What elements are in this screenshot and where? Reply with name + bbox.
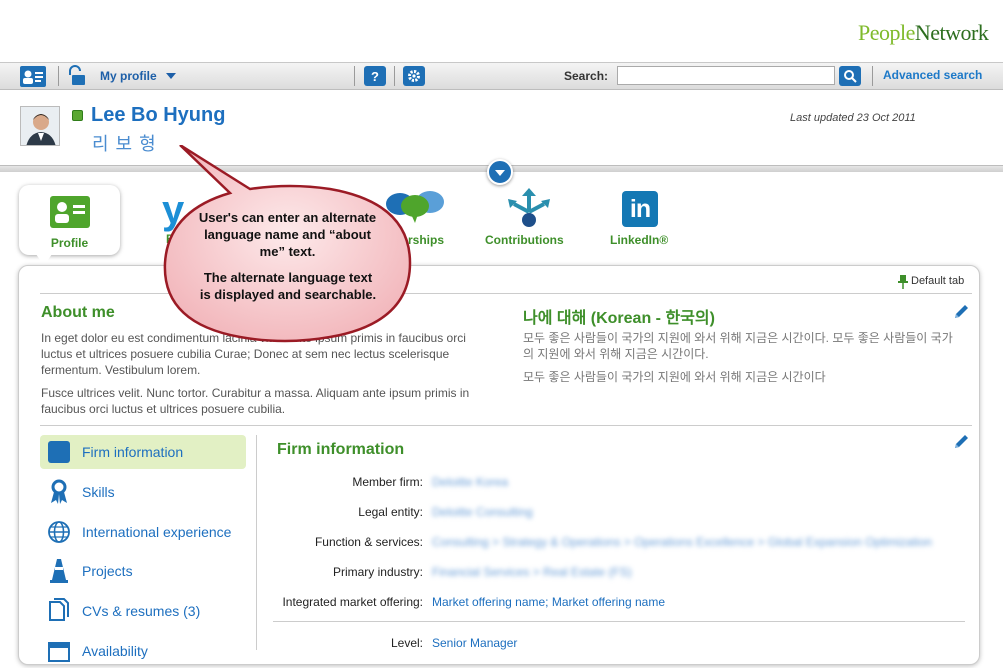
contributions-icon[interactable] — [508, 188, 550, 230]
field-label: Level: — [390, 636, 423, 650]
pin-icon — [898, 275, 908, 289]
divider — [273, 621, 965, 622]
unlock-icon[interactable] — [66, 65, 88, 87]
documents-icon — [46, 598, 72, 624]
calendar-icon — [46, 638, 72, 664]
divider — [40, 425, 972, 426]
gear-icon[interactable] — [403, 66, 425, 86]
field-label: Member firm: — [352, 475, 423, 489]
sidebar-item-label: Firm information — [82, 444, 184, 460]
tab-linkedin-label[interactable]: LinkedIn® — [610, 233, 668, 247]
sidebar-item-projects[interactable]: Projects — [40, 554, 246, 588]
search-icon[interactable] — [839, 66, 861, 86]
about-me-korean-paragraph: 모두 좋은 사람들이 국가의 지원에 와서 위해 지금은 시간이다 — [523, 370, 826, 384]
sidebar-item-firm-information[interactable]: Firm information — [40, 435, 246, 469]
my-profile-menu[interactable]: My profile — [100, 69, 157, 83]
about-me-korean-title: 나에 대해 (Korean - 한국의) — [523, 310, 715, 327]
field-value-member-firm: Deloitte Korea — [432, 475, 509, 489]
field-value-function-services: Consulting > Strategy & Operations > Ope… — [432, 535, 932, 549]
callout-text: The alternate language text is displayed… — [199, 270, 377, 302]
field-value-market-offering[interactable]: Market offering name; Market offering na… — [432, 595, 665, 609]
field-label: Primary industry: — [332, 565, 423, 579]
about-me-korean-paragraph: 모두 좋은 사람들이 국가의 지원에 와서 위해 지금은 시간이다. 모두 좋은… — [523, 331, 953, 361]
field-value-primary-industry: Financial Services > Real Estate (FS) — [432, 565, 632, 579]
chevron-down-icon[interactable] — [166, 73, 176, 79]
brand-logo: PeopleNetwork — [858, 20, 989, 45]
toolbar-divider — [394, 66, 395, 86]
profile-tab-icon — [50, 196, 90, 228]
sidebar-item-skills[interactable]: Skills — [40, 475, 246, 509]
default-tab-label[interactable]: Default tab — [911, 275, 964, 287]
linkedin-icon[interactable]: in — [622, 191, 658, 227]
field-label: Function & services: — [314, 535, 423, 549]
firm-icon — [46, 439, 72, 465]
advanced-search-link[interactable]: Advanced search — [883, 68, 982, 82]
sidebar-item-label: Skills — [82, 484, 115, 500]
firm-information-title: Firm information — [277, 441, 405, 458]
edit-pencil-icon[interactable] — [952, 433, 970, 451]
sidebar-item-international-experience[interactable]: International experience — [40, 515, 246, 549]
field-label: Legal entity: — [358, 505, 423, 519]
ribbon-icon — [46, 479, 72, 505]
profile-card-icon[interactable] — [20, 66, 46, 87]
field-value-legal-entity: Deloitte Consulting — [432, 505, 533, 519]
online-status-icon — [72, 110, 83, 121]
field-label: Integrated market offering: — [282, 595, 423, 609]
help-icon[interactable]: ? — [364, 66, 386, 86]
tab-contributions-label[interactable]: Contributions — [485, 233, 564, 247]
search-label: Search: — [564, 69, 609, 83]
traffic-cone-icon — [46, 558, 72, 584]
callout-text: User's can enter an alternate language n… — [198, 210, 377, 259]
sidebar-item-availability[interactable]: Availability — [40, 634, 246, 668]
about-me-title: About me — [41, 304, 115, 321]
toolbar-divider — [58, 66, 59, 86]
sidebar-item-cvs-resumes[interactable]: CVs & resumes (3) — [40, 594, 246, 628]
field-value-level: Senior Manager — [432, 636, 518, 650]
last-updated: Last updated 23 Oct 2011 — [790, 112, 916, 124]
profile-name: Lee Bo Hyung — [91, 104, 226, 126]
about-me-paragraph: Fusce ultrices velit. Nunc tortor. Curab… — [41, 386, 470, 416]
sidebar-item-label: Availability — [82, 643, 148, 659]
sidebar-item-label: International experience — [82, 524, 232, 540]
globe-icon — [46, 519, 72, 545]
tab-profile-label: Profile — [50, 236, 89, 250]
sidebar-item-label: CVs & resumes (3) — [82, 603, 201, 619]
search-input[interactable] — [617, 66, 835, 85]
toolbar-divider — [354, 66, 355, 86]
annotation-callout: User's can enter an alternate language n… — [160, 143, 415, 345]
toolbar-divider — [872, 66, 873, 86]
avatar — [20, 106, 60, 146]
collapse-header-button[interactable] — [487, 159, 513, 185]
sidebar-item-label: Projects — [82, 563, 133, 579]
profile-name-alternate: 리보형 — [92, 134, 163, 154]
edit-pencil-icon[interactable] — [952, 303, 970, 321]
